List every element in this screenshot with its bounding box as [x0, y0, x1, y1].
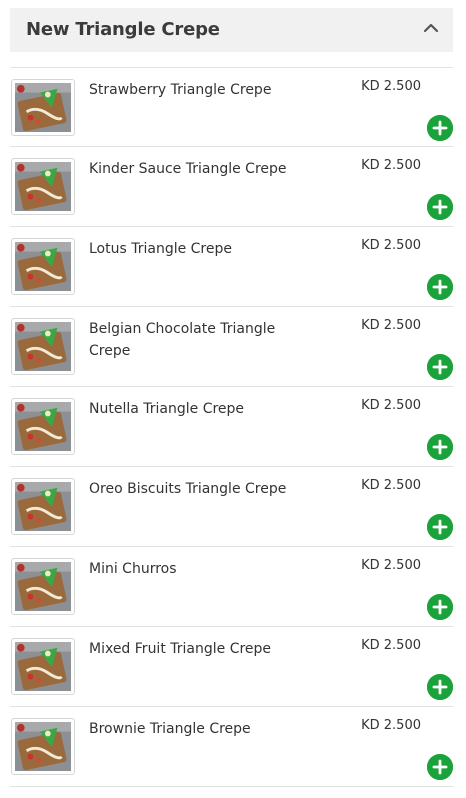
item-price: KD 2.500: [361, 558, 421, 573]
item-price: KD 2.500: [361, 478, 421, 493]
item-price: KD 2.500: [361, 238, 421, 253]
item-price: KD 2.500: [361, 638, 421, 653]
add-button[interactable]: [427, 754, 453, 780]
item-name: Brownie Triangle Crepe: [89, 721, 251, 737]
product-image[interactable]: [11, 718, 75, 775]
plus-icon: [427, 434, 453, 460]
product-image[interactable]: [11, 398, 75, 455]
section-header[interactable]: New Triangle Crepe: [10, 8, 453, 52]
plus-icon: [427, 115, 453, 141]
plus-icon: [427, 514, 453, 540]
plus-icon: [427, 194, 453, 220]
add-button[interactable]: [427, 274, 453, 300]
item-price: KD 2.500: [361, 158, 421, 173]
product-image[interactable]: [11, 79, 75, 136]
item-name: Mixed Fruit Triangle Crepe: [89, 641, 272, 657]
item-name: Mini Churros: [89, 561, 177, 577]
item-name: Oreo Biscuits Triangle Crepe: [89, 481, 287, 497]
plus-icon: [427, 594, 453, 620]
menu-item[interactable]: Lotus Triangle Crepe KD 2.500: [10, 227, 453, 307]
plus-icon: [427, 754, 453, 780]
item-price: KD 2.500: [361, 79, 421, 94]
product-image[interactable]: [11, 478, 75, 535]
add-button[interactable]: [427, 115, 453, 141]
plus-icon: [427, 674, 453, 700]
menu-item[interactable]: Strawberry Triangle Crepe KD 2.500: [10, 67, 453, 147]
menu-item[interactable]: Oreo Biscuits Triangle Crepe KD 2.500: [10, 467, 453, 547]
item-name: Lotus Triangle Crepe: [89, 241, 232, 257]
menu-item[interactable]: Nutella Triangle Crepe KD 2.500: [10, 387, 453, 467]
menu-item[interactable]: Brownie Triangle Crepe KD 2.500: [10, 707, 453, 787]
item-price: KD 2.500: [361, 318, 421, 333]
item-price: KD 2.500: [361, 398, 421, 413]
add-button[interactable]: [427, 194, 453, 220]
item-name: Strawberry Triangle Crepe: [89, 82, 272, 98]
menu-item[interactable]: Kinder Sauce Triangle Crepe KD 2.500: [10, 147, 453, 227]
item-name: Nutella Triangle Crepe: [89, 401, 245, 417]
menu-item[interactable]: Mixed Fruit Triangle Crepe KD 2.500: [10, 627, 453, 707]
add-button[interactable]: [427, 674, 453, 700]
add-button[interactable]: [427, 354, 453, 380]
product-image[interactable]: [11, 558, 75, 615]
menu-item-list: Strawberry Triangle Crepe KD 2.500 Kinde…: [10, 67, 453, 787]
item-name: Belgian Chocolate Triangle Crepe: [89, 321, 276, 359]
chevron-up-icon[interactable]: [421, 18, 441, 38]
product-image[interactable]: [11, 158, 75, 215]
item-name: Kinder Sauce Triangle Crepe: [89, 161, 287, 177]
section-title: New Triangle Crepe: [26, 19, 220, 40]
plus-icon: [427, 354, 453, 380]
add-button[interactable]: [427, 514, 453, 540]
product-image[interactable]: [11, 638, 75, 695]
plus-icon: [427, 274, 453, 300]
add-button[interactable]: [427, 434, 453, 460]
menu-item[interactable]: Belgian Chocolate Triangle Crepe KD 2.50…: [10, 307, 453, 387]
product-image[interactable]: [11, 318, 75, 375]
add-button[interactable]: [427, 594, 453, 620]
menu-item[interactable]: Mini Churros KD 2.500: [10, 547, 453, 627]
item-price: KD 2.500: [361, 718, 421, 733]
product-image[interactable]: [11, 238, 75, 295]
